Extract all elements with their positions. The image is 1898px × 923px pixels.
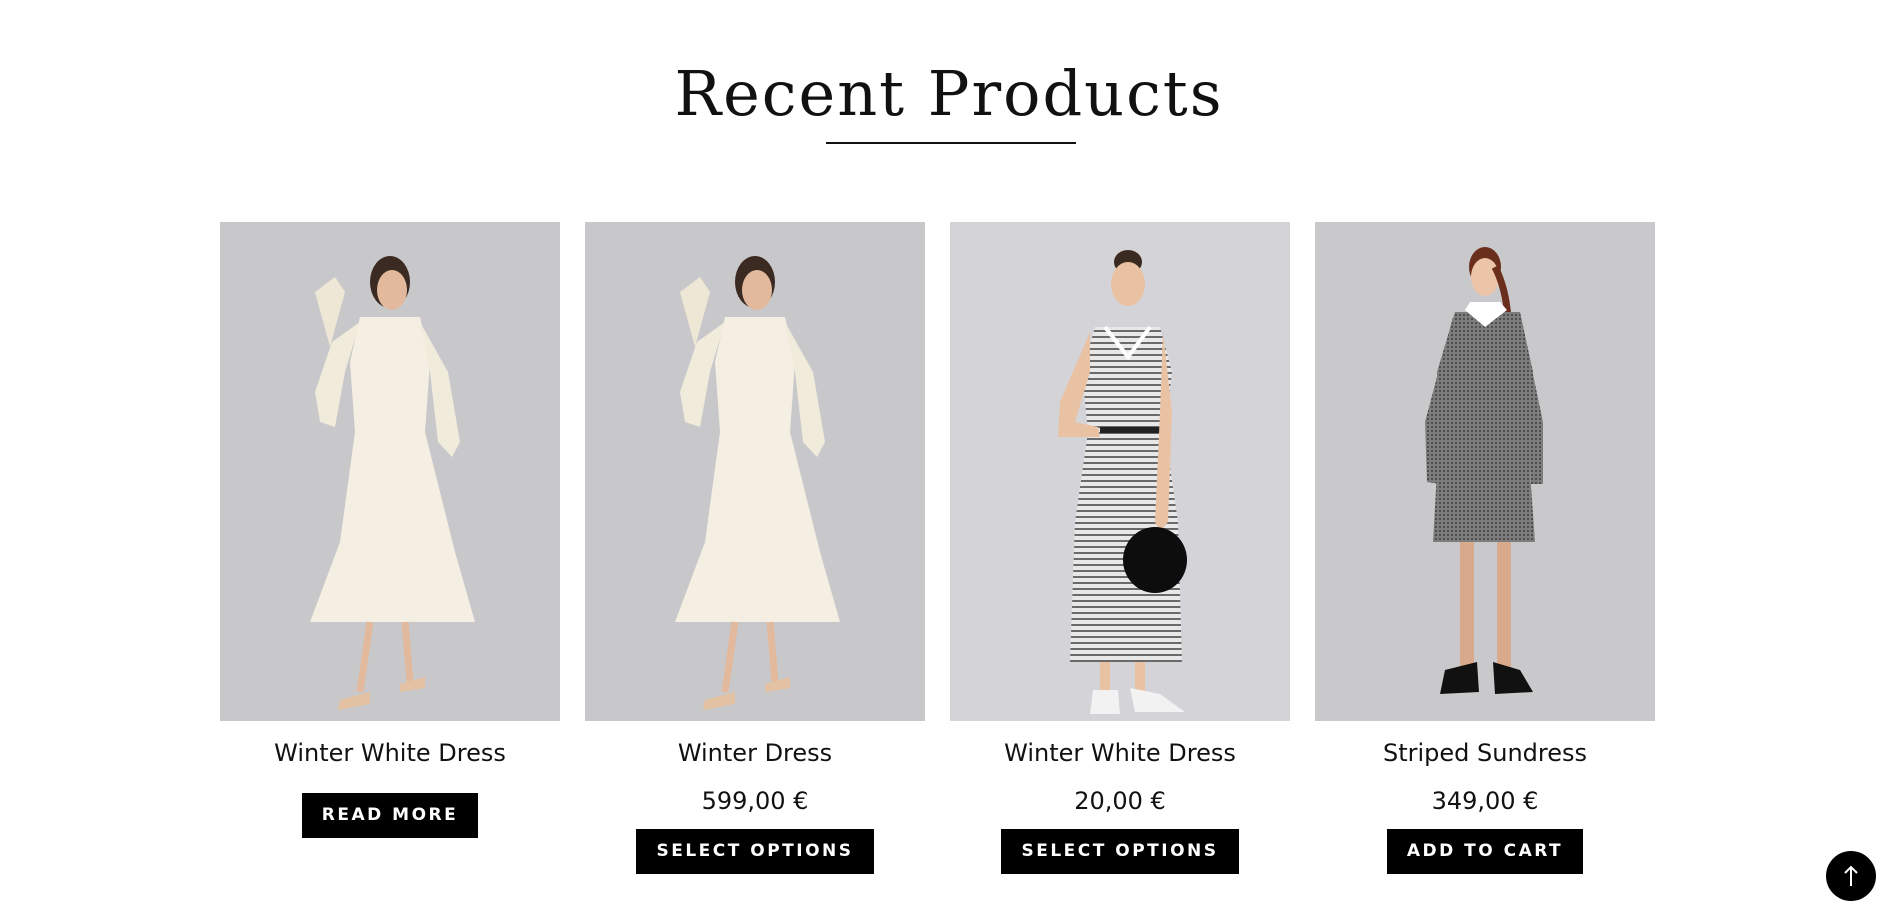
model-grey-dress-image — [1315, 222, 1655, 721]
product-price: 20,00 € — [1074, 787, 1166, 815]
product-name[interactable]: Striped Sundress — [1315, 739, 1655, 767]
product-card: Winter White Dress READ MORE — [220, 222, 560, 838]
model-white-dress-image — [585, 222, 925, 721]
model-white-dress-image — [220, 222, 560, 721]
add-to-cart-button[interactable]: ADD TO CART — [1386, 829, 1584, 874]
product-price: 599,00 € — [701, 787, 809, 815]
product-image[interactable] — [585, 222, 925, 721]
recent-products-page: Recent Products Winter White Dress READ … — [0, 0, 1898, 923]
product-name[interactable]: Winter White Dress — [950, 739, 1290, 767]
product-image[interactable] — [950, 222, 1290, 721]
product-name[interactable]: Winter Dress — [585, 739, 925, 767]
model-striped-dress-image — [950, 222, 1290, 721]
read-more-button[interactable]: READ MORE — [301, 793, 479, 838]
product-card: Winter Dress 599,00 € SELECT OPTIONS — [585, 222, 925, 874]
section-title: Recent Products — [674, 57, 1224, 130]
product-price: 349,00 € — [1431, 787, 1539, 815]
select-options-button[interactable]: SELECT OPTIONS — [1001, 829, 1239, 874]
select-options-button[interactable]: SELECT OPTIONS — [636, 829, 874, 874]
arrow-up-icon — [1844, 865, 1858, 886]
product-image[interactable] — [1315, 222, 1655, 721]
title-underline — [826, 142, 1076, 144]
product-card: Striped Sundress 349,00 € ADD TO CART — [1315, 222, 1655, 874]
product-name[interactable]: Winter White Dress — [220, 739, 560, 767]
product-card: Winter White Dress 20,00 € SELECT OPTION… — [950, 222, 1290, 874]
back-to-top-button[interactable] — [1826, 851, 1876, 901]
product-image[interactable] — [220, 222, 560, 721]
